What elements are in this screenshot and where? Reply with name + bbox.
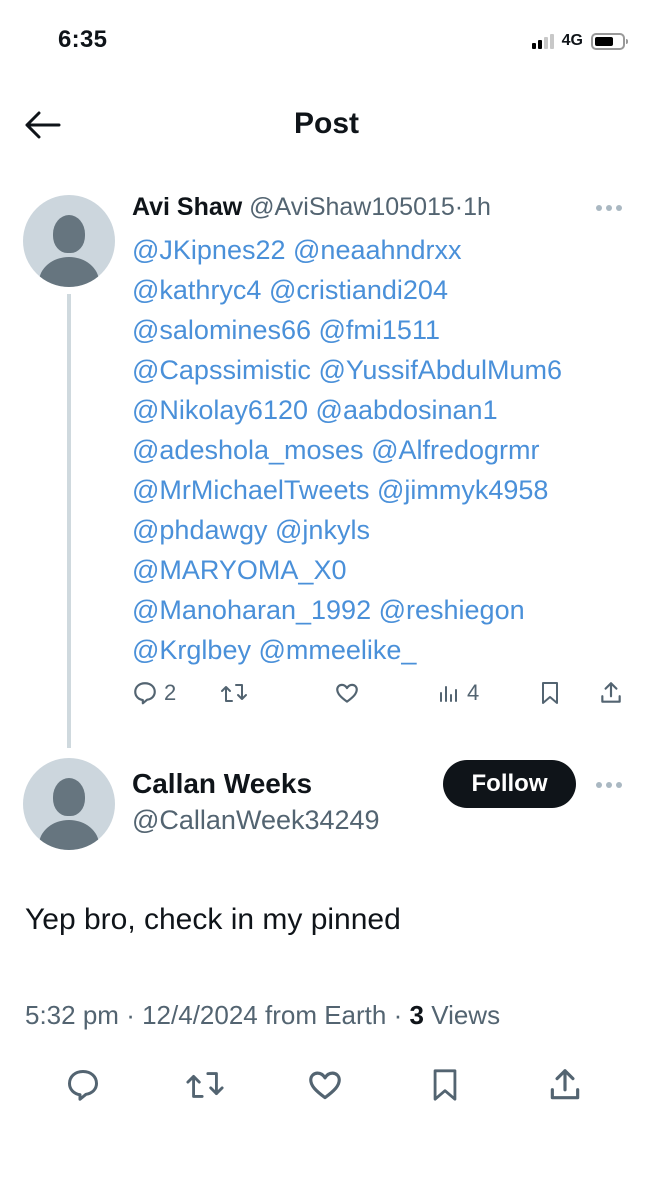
mention-line: @adeshola_moses @Alfredogrmr	[132, 430, 642, 470]
mention-line: @JKipnes22 @neaahndrxx	[132, 230, 642, 270]
mention-link[interactable]: @MrMichaelTweets	[132, 475, 369, 505]
bookmark-button[interactable]	[420, 1060, 470, 1110]
author-name[interactable]: Avi Shaw	[132, 193, 242, 221]
repost-button[interactable]	[220, 680, 254, 706]
share-button[interactable]	[598, 680, 624, 706]
mention-link[interactable]: @JKipnes22	[132, 235, 286, 265]
author-handle[interactable]: @AviShaw105015	[249, 193, 455, 221]
mention-link[interactable]: @Krglbey	[132, 635, 251, 665]
mention-link[interactable]: @kathryc4	[132, 275, 261, 305]
mention-line: @MrMichaelTweets @jimmyk4958	[132, 470, 642, 510]
signal-icon	[531, 33, 554, 49]
network-label: 4G	[561, 32, 583, 49]
mention-link[interactable]: @jimmyk4958	[377, 475, 548, 505]
mentions-text: @JKipnes22 @neaahndrxx @kathryc4 @cristia…	[132, 230, 642, 670]
mention-line: @Krglbey @mmeelike_	[132, 630, 642, 670]
repost-icon	[186, 1072, 224, 1098]
separator: ·	[454, 193, 464, 221]
mention-link[interactable]: @neaahndrxx	[293, 235, 462, 265]
analytics-icon	[440, 686, 457, 702]
mention-link[interactable]: @YussifAbdulMum6	[318, 355, 562, 385]
reply-button[interactable]	[58, 1060, 108, 1110]
tweet-time[interactable]: 1h	[463, 193, 491, 221]
main-tweet-actions	[0, 1060, 653, 1110]
thread-connector-line	[67, 294, 71, 748]
status-time: 6:35	[58, 26, 108, 53]
author-handle[interactable]: @CallanWeek34249	[132, 805, 380, 836]
separator: ·	[393, 1000, 403, 1030]
battery-icon	[591, 32, 628, 50]
mention-line: @Manoharan_1992 @reshiegon	[132, 590, 642, 630]
mention-link[interactable]: @phdawgy	[132, 515, 268, 545]
mention-line: @MARYOMA_X0	[132, 550, 642, 590]
repost-icon	[221, 684, 247, 702]
separator: ·	[126, 1000, 135, 1030]
mention-link[interactable]: @Manoharan_1992	[132, 595, 371, 625]
mention-link[interactable]: @Alfredogrmr	[371, 435, 539, 465]
views-count: 4	[467, 680, 480, 705]
top-nav: Post	[0, 95, 653, 155]
bookmark-icon	[433, 1069, 457, 1101]
follow-button[interactable]: Follow	[443, 760, 576, 808]
reply-icon	[68, 1070, 98, 1101]
author-name[interactable]: Callan Weeks	[132, 768, 312, 800]
avatar[interactable]	[23, 195, 115, 287]
parent-tweet-header: Avi Shaw @AviShaw105015·1h	[132, 193, 491, 222]
tweet-time: 5:32 pm	[25, 1000, 119, 1030]
heart-icon	[336, 683, 358, 703]
mention-line: @Capssimistic @YussifAbdulMum6	[132, 350, 642, 390]
mention-line: @salomines66 @fmi1511	[132, 310, 642, 350]
avatar[interactable]	[23, 758, 115, 850]
heart-icon	[309, 1071, 341, 1100]
repost-button[interactable]	[180, 1060, 230, 1110]
more-icon[interactable]	[596, 205, 622, 211]
mention-link[interactable]: @aabdosinan1	[316, 395, 498, 425]
reply-button[interactable]: 2	[132, 680, 176, 706]
tweet-meta: 5:32 pm · 12/4/2024 from Earth · 3 Views	[25, 1000, 500, 1031]
share-icon	[601, 682, 621, 703]
reply-icon	[134, 682, 156, 705]
more-icon[interactable]	[596, 782, 622, 788]
mention-link[interactable]: @Capssimistic	[132, 355, 311, 385]
reply-count: 2	[164, 680, 177, 705]
status-indicators: 4G	[531, 32, 628, 50]
share-icon	[550, 1069, 580, 1100]
mention-line: @kathryc4 @cristiandi204	[132, 270, 642, 310]
mention-link[interactable]: @mmeelike_	[258, 635, 416, 665]
mention-link[interactable]: @Nikolay6120	[132, 395, 308, 425]
like-button[interactable]	[334, 680, 366, 706]
mention-link[interactable]: @cristiandi204	[269, 275, 448, 305]
views-label[interactable]: Views	[431, 1000, 500, 1030]
mention-link[interactable]: @reshiegon	[379, 595, 525, 625]
tweet-date-source: 12/4/2024 from Earth	[142, 1000, 387, 1030]
share-button[interactable]	[540, 1060, 590, 1110]
mention-link[interactable]: @MARYOMA_X0	[132, 555, 346, 585]
mention-link[interactable]: @salomines66	[132, 315, 311, 345]
mention-link[interactable]: @fmi1511	[319, 315, 440, 345]
mention-link[interactable]: @jnkyls	[275, 515, 370, 545]
tweet-text: Yep bro, check in my pinned	[25, 903, 401, 936]
page-title: Post	[293, 107, 359, 140]
parent-tweet-actions: 2 4	[132, 680, 632, 714]
status-bar: 6:35 4G	[0, 0, 653, 90]
views-count[interactable]: 3	[410, 1000, 424, 1030]
bookmark-icon	[542, 682, 558, 704]
like-button[interactable]	[300, 1060, 350, 1110]
bookmark-button[interactable]	[538, 680, 562, 706]
views-button[interactable]: 4	[437, 680, 479, 706]
mention-link[interactable]: @adeshola_moses	[132, 435, 364, 465]
mention-line: @phdawgy @jnkyls	[132, 510, 642, 550]
mention-line: @Nikolay6120 @aabdosinan1	[132, 390, 642, 430]
